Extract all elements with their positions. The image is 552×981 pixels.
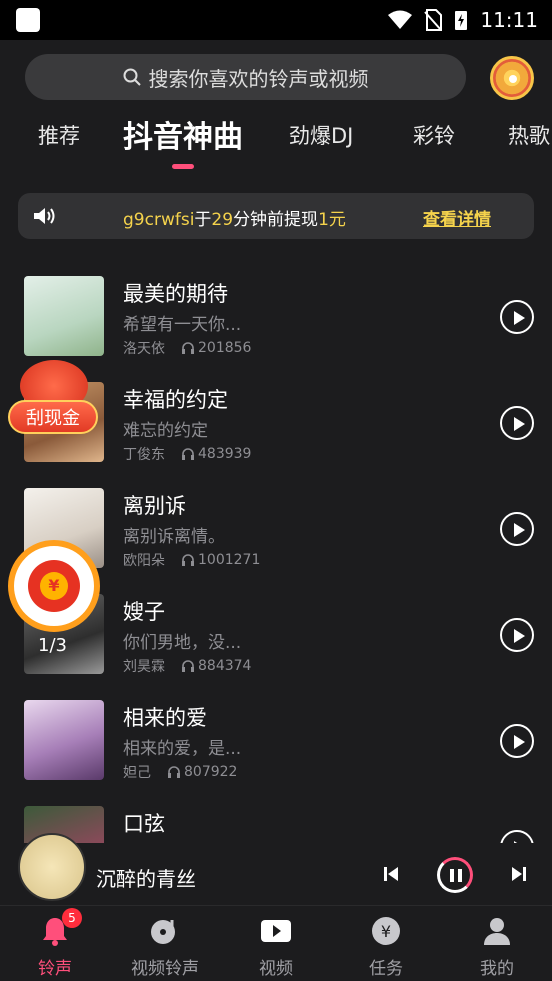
song-artist: 欧阳朵 <box>123 553 165 569</box>
song-title: 离别诉 <box>123 494 186 518</box>
nav-label: 任务 <box>369 959 403 979</box>
notification-badge: 5 <box>62 908 82 928</box>
nav-tasks[interactable]: ¥ 任务 <box>331 914 441 979</box>
tab-douyin-hits[interactable]: 抖音神曲 <box>123 112 243 156</box>
yuan-coin-icon: ¥ <box>372 917 400 945</box>
song-desc: 相来的爱，是... <box>123 739 242 759</box>
svg-text:¥: ¥ <box>381 922 391 941</box>
song-artist: 丁俊东 <box>123 447 165 463</box>
play-button[interactable] <box>500 618 534 652</box>
headphones-icon <box>168 766 180 778</box>
song-title: 嫂子 <box>123 600 165 624</box>
list-item[interactable]: 相来的爱 相来的爱，是... 妲己 807922 <box>0 684 552 790</box>
music-disc-icon <box>151 920 175 944</box>
next-track-icon[interactable] <box>510 865 528 883</box>
play-count: 201856 <box>198 340 252 356</box>
nav-label: 视频 <box>259 959 293 979</box>
red-packet-float[interactable]: ¥ <box>8 540 100 632</box>
speaker-icon <box>34 208 55 224</box>
lucky-wheel-icon[interactable] <box>490 56 534 100</box>
play-count: 884374 <box>198 658 252 674</box>
nav-profile[interactable]: 我的 <box>442 914 552 979</box>
video-play-icon <box>261 920 291 942</box>
category-tabs: 推荐 抖音神曲 劲爆DJ 彩铃 热歌 <box>0 110 552 170</box>
scratch-card-float[interactable]: 刮现金 <box>8 360 100 438</box>
withdraw-notice: g9crwfsi于29分钟前提现1元 查看详情 <box>18 193 534 239</box>
search-placeholder: 搜索你喜欢的铃声或视频 <box>148 66 369 91</box>
song-desc: 你们男地，没... <box>123 633 242 653</box>
status-bar: 11:11 <box>0 0 552 40</box>
song-cover <box>24 700 104 780</box>
bottom-navigation: 5 铃声 视频铃声 视频 ¥ 任务 我的 <box>0 905 552 981</box>
previous-track-icon[interactable] <box>382 865 400 883</box>
tab-recommend[interactable]: 推荐 <box>38 120 80 150</box>
list-item[interactable]: 最美的期待 希望有一天你... 洛天依 201856 <box>0 260 552 366</box>
nav-label: 视频铃声 <box>131 959 199 979</box>
headphones-icon <box>182 448 194 460</box>
red-packet-progress: 1/3 <box>38 635 67 656</box>
user-icon <box>484 918 510 945</box>
headphones-icon <box>182 342 194 354</box>
list-item[interactable]: 口弦 <box>0 790 552 845</box>
song-title: 幸福的约定 <box>123 388 228 412</box>
play-count: 1001271 <box>198 552 261 568</box>
search-icon <box>123 68 141 86</box>
app-notification-icon <box>16 8 40 32</box>
tab-indicator <box>172 164 194 169</box>
battery-charging-icon <box>455 11 468 30</box>
player-cover[interactable] <box>18 833 86 901</box>
song-artist: 妲己 <box>123 765 151 781</box>
nav-video-ringtones[interactable]: 视频铃声 <box>110 914 220 979</box>
player-song-title: 沉醉的青丝 <box>96 867 196 891</box>
song-artist: 刘昊霖 <box>123 659 165 675</box>
mini-player: 沉醉的青丝 <box>0 833 552 905</box>
play-count: 807922 <box>184 764 238 780</box>
play-button[interactable] <box>500 512 534 546</box>
scratch-card-label: 刮现金 <box>8 400 98 434</box>
song-cover <box>24 276 104 356</box>
nav-ringtones[interactable]: 5 铃声 <box>0 908 110 979</box>
pause-button[interactable] <box>437 857 473 893</box>
play-button[interactable] <box>500 724 534 758</box>
yuan-coin-icon: ¥ <box>40 572 68 600</box>
red-packet-icon: ¥ <box>28 560 80 612</box>
nav-video[interactable]: 视频 <box>221 914 331 979</box>
song-title: 口弦 <box>123 812 165 836</box>
wifi-icon <box>388 10 413 29</box>
nav-label: 铃声 <box>38 959 72 979</box>
nav-label: 我的 <box>480 959 514 979</box>
status-time: 11:11 <box>480 8 538 32</box>
play-count: 483939 <box>198 446 252 462</box>
song-title: 相来的爱 <box>123 706 207 730</box>
search-input[interactable]: 搜索你喜欢的铃声或视频 <box>25 54 466 100</box>
play-button[interactable] <box>500 406 534 440</box>
song-artist: 洛天依 <box>123 341 165 357</box>
notice-message: g9crwfsi于29分钟前提现1元 <box>123 210 346 230</box>
song-title: 最美的期待 <box>123 282 228 306</box>
tab-hot-songs[interactable]: 热歌 <box>508 120 550 150</box>
song-desc: 难忘的约定 <box>123 421 208 441</box>
song-desc: 希望有一天你... <box>123 315 242 335</box>
song-desc: 离别诉离情。 <box>123 527 225 547</box>
headphones-icon <box>182 554 194 566</box>
tab-dj[interactable]: 劲爆DJ <box>289 120 353 150</box>
tab-ringback[interactable]: 彩铃 <box>413 120 455 150</box>
view-details-link[interactable]: 查看详情 <box>423 205 491 230</box>
headphones-icon <box>182 660 194 672</box>
no-sim-icon <box>424 9 443 31</box>
play-button[interactable] <box>500 300 534 334</box>
